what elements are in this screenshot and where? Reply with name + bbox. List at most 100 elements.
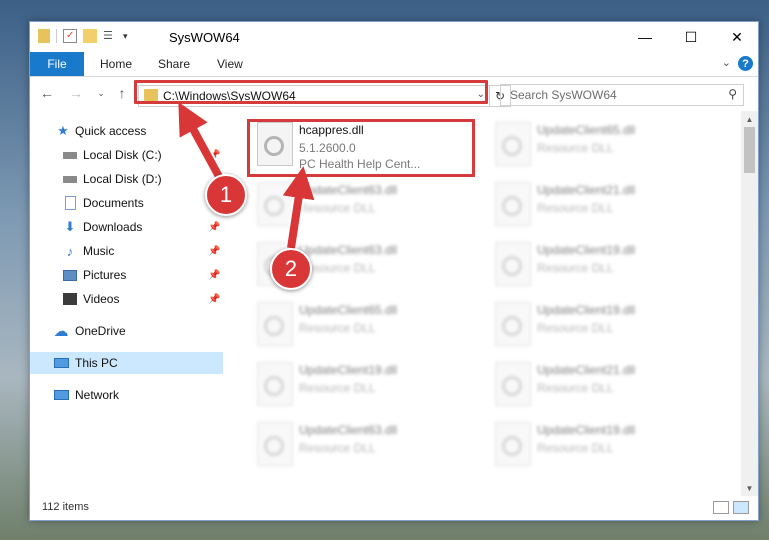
close-button[interactable]: ✕ <box>714 22 758 52</box>
sidebar-item-label: Documents <box>83 196 144 210</box>
file-type: Resource DLL <box>299 201 376 215</box>
dll-file-icon <box>257 182 293 226</box>
sidebar-item-label: Videos <box>83 292 120 306</box>
cloud-icon: ☁ <box>53 323 69 340</box>
recent-locations-icon[interactable]: ⌄ <box>92 84 110 102</box>
file-name: UpdateClient65.dll <box>537 123 636 137</box>
sidebar-item-music[interactable]: ♪ Music 📌 <box>30 240 223 262</box>
file-type: Resource DLL <box>537 261 614 275</box>
sidebar-item-label: Network <box>75 388 120 402</box>
music-note-icon: ♪ <box>66 243 74 259</box>
tab-view[interactable]: View <box>217 52 243 76</box>
tiles-view-icon[interactable] <box>733 501 749 514</box>
drive-icon <box>62 172 78 186</box>
star-icon: ★ <box>57 123 69 138</box>
file-type: Resource DLL <box>537 141 614 155</box>
file-type: Resource DLL <box>299 321 376 335</box>
pin-icon[interactable]: 📌 <box>208 150 220 161</box>
sidebar-item-downloads[interactable]: ⬇ Downloads 📌 <box>30 216 223 238</box>
file-type: Resource DLL <box>537 321 614 335</box>
file-highlight <box>247 119 475 177</box>
network-icon <box>53 388 69 402</box>
file-type: Resource DLL <box>537 201 614 215</box>
forward-button[interactable]: → <box>67 84 85 102</box>
pin-icon[interactable]: 📌 <box>208 270 220 281</box>
file-type: Resource DLL <box>299 381 376 395</box>
file-name: UpdateClient19.dll <box>537 303 636 317</box>
list-item[interactable]: UpdateClient19.dll Resource DLL <box>489 299 717 355</box>
list-item[interactable]: UpdateClient63.dll Resource DLL <box>251 179 479 235</box>
sidebar-item-local-disk-d[interactable]: Local Disk (D:) <box>30 168 223 190</box>
callout-two-badge: 2 <box>270 248 312 290</box>
properties-icon[interactable]: ✓ <box>63 29 77 43</box>
expand-ribbon-icon[interactable]: ⌄ <box>722 56 731 69</box>
sidebar-item-quick-access[interactable]: ★ Quick access <box>30 120 223 142</box>
list-item[interactable]: UpdateClient19.dll Resource DLL <box>489 239 717 295</box>
list-item[interactable]: UpdateClient21.dll Resource DLL <box>489 179 717 235</box>
file-name: UpdateClient19.dll <box>299 363 398 377</box>
scroll-down-icon[interactable]: ▼ <box>741 480 758 496</box>
search-icon: ⚲ <box>728 87 737 101</box>
new-folder-icon[interactable] <box>83 29 97 43</box>
list-item[interactable]: UpdateClient21.dll Resource DLL <box>489 359 717 415</box>
file-name: UpdateClient21.dll <box>537 363 636 377</box>
folder-icon <box>38 29 50 43</box>
sidebar-item-label: Downloads <box>83 220 143 234</box>
tab-share[interactable]: Share <box>158 52 190 76</box>
minimize-button[interactable]: — <box>622 22 668 52</box>
up-button[interactable]: ↑ <box>113 84 131 102</box>
pin-icon[interactable]: 📌 <box>208 246 220 257</box>
drive-icon <box>62 148 78 162</box>
sidebar-item-onedrive[interactable]: ☁ OneDrive <box>30 320 223 342</box>
sidebar-item-this-pc[interactable]: This PC <box>30 352 223 374</box>
sidebar-item-label: This PC <box>75 356 118 370</box>
qat-dropdown-icon[interactable]: ▾ <box>123 31 128 42</box>
search-input[interactable]: Search SysWOW64 <box>510 88 617 102</box>
sidebar-item-label: Local Disk (D:) <box>83 172 162 186</box>
dll-file-icon <box>495 422 531 466</box>
file-name: UpdateClient63.dll <box>299 243 398 257</box>
file-name: UpdateClient19.dll <box>537 423 636 437</box>
film-icon <box>62 292 78 306</box>
list-item[interactable]: UpdateClient65.dll Resource DLL <box>251 299 479 355</box>
sidebar-item-pictures[interactable]: Pictures 📌 <box>30 264 223 286</box>
sidebar-item-label: Pictures <box>83 268 127 282</box>
list-item[interactable]: UpdateClient19.dll Resource DLL <box>251 359 479 415</box>
file-type: Resource DLL <box>299 441 376 455</box>
explorer-window: ✓ ☰ ▾ SysWOW64 — ☐ ✕ File Home Share Vie… <box>29 21 759 521</box>
sidebar-item-network[interactable]: Network <box>30 384 223 406</box>
list-item[interactable]: UpdateClient63.dll Resource DLL <box>251 419 479 475</box>
document-icon <box>62 196 78 210</box>
scroll-up-icon[interactable]: ▲ <box>741 111 758 127</box>
quick-access-toolbar: ✓ ☰ ▾ <box>38 29 128 43</box>
help-icon[interactable]: ? <box>738 56 753 71</box>
list-item[interactable]: UpdateClient65.dll Resource DLL <box>489 119 717 175</box>
details-view-icon[interactable] <box>713 501 729 514</box>
customize-icon[interactable]: ☰ <box>103 29 117 43</box>
back-button[interactable]: ← <box>38 84 56 102</box>
sidebar-item-label: Local Disk (C:) <box>83 148 162 162</box>
sidebar-item-documents[interactable]: Documents <box>30 192 223 214</box>
pin-icon[interactable]: 📌 <box>208 222 220 233</box>
sidebar-item-label: Music <box>83 244 115 258</box>
scroll-thumb[interactable] <box>744 127 755 173</box>
file-name: UpdateClient63.dll <box>299 423 398 437</box>
file-name: UpdateClient63.dll <box>299 183 398 197</box>
dll-file-icon <box>495 302 531 346</box>
maximize-button[interactable]: ☐ <box>668 22 714 52</box>
sidebar-item-label: Quick access <box>75 124 147 138</box>
sidebar-item-videos[interactable]: Videos 📌 <box>30 288 223 310</box>
search-box[interactable]: Search SysWOW64 ⚲ <box>500 84 744 106</box>
file-type: Resource DLL <box>537 381 614 395</box>
list-item[interactable]: UpdateClient19.dll Resource DLL <box>489 419 717 475</box>
sidebar-item-local-disk-c[interactable]: Local Disk (C:) 📌 <box>30 144 223 166</box>
dll-file-icon <box>257 422 293 466</box>
tab-home[interactable]: Home <box>100 52 132 76</box>
computer-icon <box>53 356 69 370</box>
status-bar: 112 items <box>30 496 758 520</box>
vertical-scrollbar[interactable]: ▲ ▼ <box>741 111 758 496</box>
file-type: Resource DLL <box>537 441 614 455</box>
dll-file-icon <box>495 182 531 226</box>
tab-file[interactable]: File <box>30 52 84 76</box>
pin-icon[interactable]: 📌 <box>208 294 220 305</box>
